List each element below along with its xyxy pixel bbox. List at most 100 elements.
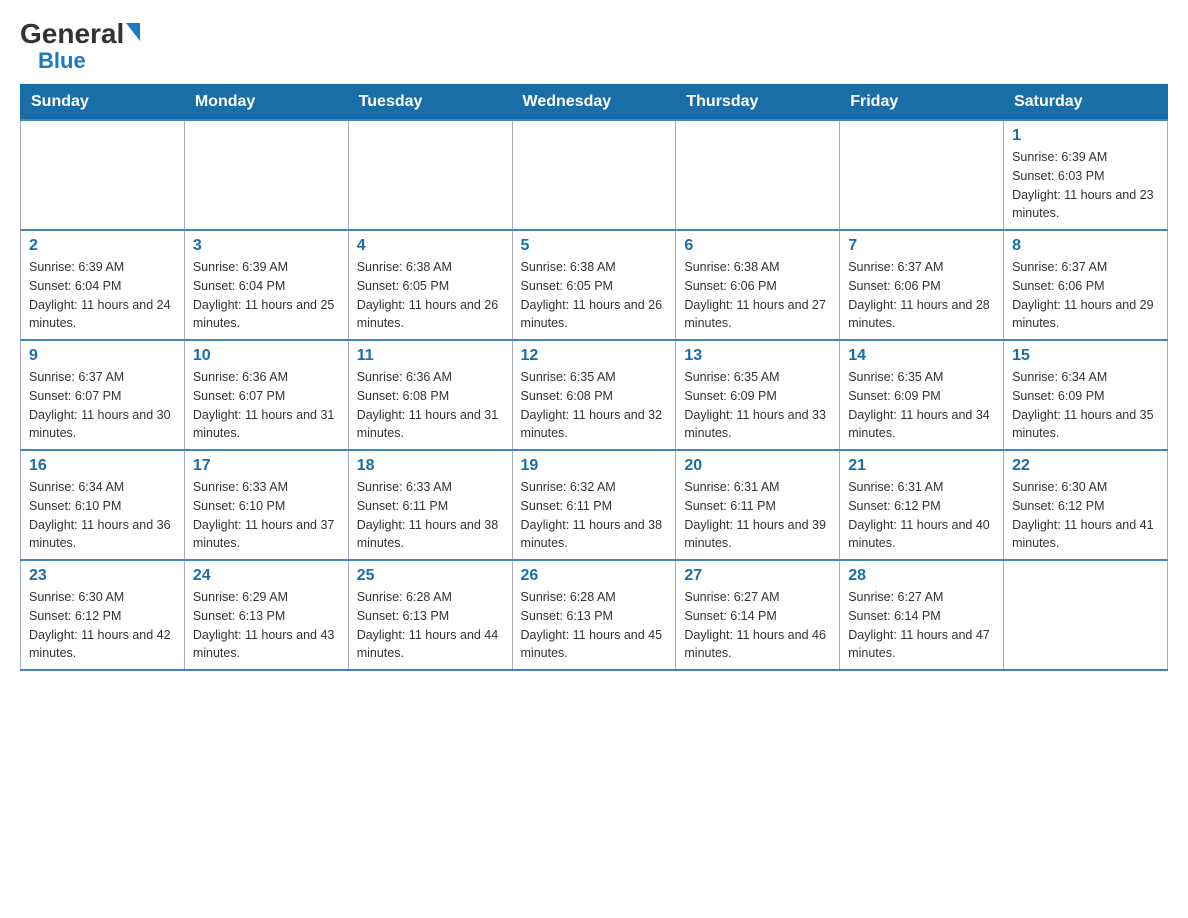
calendar-cell: 21Sunrise: 6:31 AMSunset: 6:12 PMDayligh… — [840, 450, 1004, 560]
calendar-cell: 28 Sunrise: 6:27 AMSunset: 6:14 PMDayligh… — [840, 560, 1004, 670]
weekday-header-friday: Friday — [840, 85, 1004, 121]
day-info: Sunrise: 6:31 AMSunset: 6:12 PMDaylight:… — [848, 478, 995, 553]
calendar-cell: 9 Sunrise: 6:37 AMSunset: 6:07 PMDaylight… — [21, 340, 185, 450]
calendar-cell: 13 Sunrise: 6:35 AMSunset: 6:09 PMDayligh… — [676, 340, 840, 450]
day-number: 6 — [684, 237, 831, 255]
day-info: Sunrise: 6:33 AMSunset: 6:10 PMDaylight:… — [193, 478, 340, 553]
day-number: 17 — [193, 457, 340, 475]
day-info: Sunrise: 6:30 AMSunset: 6:12 PMDaylight:… — [1012, 478, 1159, 553]
day-info: Sunrise: 6:27 AMSunset: 6:14 PMDaylight:… — [684, 588, 831, 663]
calendar-cell: 26 Sunrise: 6:28 AMSunset: 6:13 PMDayligh… — [512, 560, 676, 670]
day-info: Sunrise: 6:30 AMSunset: 6:12 PMDaylight:… — [29, 588, 176, 663]
day-info: Sunrise: 6:34 AMSunset: 6:10 PMDaylight:… — [29, 478, 176, 553]
calendar-cell: 8 Sunrise: 6:37 AMSunset: 6:06 PMDaylight… — [1004, 230, 1168, 340]
calendar-cell: 11Sunrise: 6:36 AMSunset: 6:08 PMDayligh… — [348, 340, 512, 450]
day-info: Sunrise: 6:39 AMSunset: 6:03 PMDaylight:… — [1012, 148, 1159, 223]
calendar-cell — [676, 120, 840, 230]
day-number: 3 — [193, 237, 340, 255]
day-number: 23 — [29, 567, 176, 585]
calendar-cell: 19Sunrise: 6:32 AMSunset: 6:11 PMDayligh… — [512, 450, 676, 560]
calendar-cell: 18 Sunrise: 6:33 AMSunset: 6:11 PMDayligh… — [348, 450, 512, 560]
calendar-cell: 6 Sunrise: 6:38 AMSunset: 6:06 PMDaylight… — [676, 230, 840, 340]
day-info: Sunrise: 6:37 AMSunset: 6:07 PMDaylight:… — [29, 368, 176, 443]
calendar-cell: 5Sunrise: 6:38 AMSunset: 6:05 PMDaylight… — [512, 230, 676, 340]
calendar-cell: 2 Sunrise: 6:39 AMSunset: 6:04 PMDaylight… — [21, 230, 185, 340]
calendar-cell: 20 Sunrise: 6:31 AMSunset: 6:11 PMDayligh… — [676, 450, 840, 560]
weekday-header-row: SundayMondayTuesdayWednesdayThursdayFrid… — [21, 85, 1168, 121]
day-info: Sunrise: 6:33 AMSunset: 6:11 PMDaylight:… — [357, 478, 504, 553]
weekday-header-sunday: Sunday — [21, 85, 185, 121]
day-number: 8 — [1012, 237, 1159, 255]
day-info: Sunrise: 6:35 AMSunset: 6:09 PMDaylight:… — [684, 368, 831, 443]
logo-blue-text: Blue — [38, 48, 86, 74]
calendar-cell: 17 Sunrise: 6:33 AMSunset: 6:10 PMDayligh… — [184, 450, 348, 560]
calendar-cell: 22 Sunrise: 6:30 AMSunset: 6:12 PMDayligh… — [1004, 450, 1168, 560]
day-info: Sunrise: 6:38 AMSunset: 6:06 PMDaylight:… — [684, 258, 831, 333]
calendar-cell — [348, 120, 512, 230]
day-number: 18 — [357, 457, 504, 475]
calendar-cell: 16Sunrise: 6:34 AMSunset: 6:10 PMDayligh… — [21, 450, 185, 560]
calendar-table: SundayMondayTuesdayWednesdayThursdayFrid… — [20, 84, 1168, 671]
calendar-week-1: 1 Sunrise: 6:39 AMSunset: 6:03 PMDaylight… — [21, 120, 1168, 230]
day-number: 12 — [521, 347, 668, 365]
calendar-cell: 10Sunrise: 6:36 AMSunset: 6:07 PMDayligh… — [184, 340, 348, 450]
calendar-week-4: 16Sunrise: 6:34 AMSunset: 6:10 PMDayligh… — [21, 450, 1168, 560]
calendar-cell: 3 Sunrise: 6:39 AMSunset: 6:04 PMDaylight… — [184, 230, 348, 340]
day-number: 13 — [684, 347, 831, 365]
calendar-cell — [512, 120, 676, 230]
calendar-cell: 12Sunrise: 6:35 AMSunset: 6:08 PMDayligh… — [512, 340, 676, 450]
day-info: Sunrise: 6:38 AMSunset: 6:05 PMDaylight:… — [357, 258, 504, 333]
day-number: 7 — [848, 237, 995, 255]
calendar-week-2: 2 Sunrise: 6:39 AMSunset: 6:04 PMDaylight… — [21, 230, 1168, 340]
day-number: 15 — [1012, 347, 1159, 365]
day-number: 9 — [29, 347, 176, 365]
day-number: 22 — [1012, 457, 1159, 475]
calendar-cell — [1004, 560, 1168, 670]
day-number: 1 — [1012, 127, 1159, 145]
day-info: Sunrise: 6:39 AMSunset: 6:04 PMDaylight:… — [193, 258, 340, 333]
calendar-cell: 15 Sunrise: 6:34 AMSunset: 6:09 PMDayligh… — [1004, 340, 1168, 450]
calendar-cell: 25 Sunrise: 6:28 AMSunset: 6:13 PMDayligh… — [348, 560, 512, 670]
logo-arrow-icon — [126, 23, 140, 41]
day-info: Sunrise: 6:37 AMSunset: 6:06 PMDaylight:… — [848, 258, 995, 333]
calendar-cell: 4 Sunrise: 6:38 AMSunset: 6:05 PMDaylight… — [348, 230, 512, 340]
day-number: 24 — [193, 567, 340, 585]
day-number: 20 — [684, 457, 831, 475]
day-number: 4 — [357, 237, 504, 255]
day-info: Sunrise: 6:37 AMSunset: 6:06 PMDaylight:… — [1012, 258, 1159, 333]
day-info: Sunrise: 6:29 AMSunset: 6:13 PMDaylight:… — [193, 588, 340, 663]
day-info: Sunrise: 6:38 AMSunset: 6:05 PMDaylight:… — [521, 258, 668, 333]
day-info: Sunrise: 6:36 AMSunset: 6:08 PMDaylight:… — [357, 368, 504, 443]
calendar-cell — [840, 120, 1004, 230]
day-info: Sunrise: 6:35 AMSunset: 6:09 PMDaylight:… — [848, 368, 995, 443]
calendar-week-3: 9 Sunrise: 6:37 AMSunset: 6:07 PMDaylight… — [21, 340, 1168, 450]
weekday-header-monday: Monday — [184, 85, 348, 121]
day-info: Sunrise: 6:32 AMSunset: 6:11 PMDaylight:… — [521, 478, 668, 553]
calendar-cell: 14 Sunrise: 6:35 AMSunset: 6:09 PMDayligh… — [840, 340, 1004, 450]
day-info: Sunrise: 6:27 AMSunset: 6:14 PMDaylight:… — [848, 588, 995, 663]
day-number: 26 — [521, 567, 668, 585]
day-info: Sunrise: 6:28 AMSunset: 6:13 PMDaylight:… — [521, 588, 668, 663]
day-number: 27 — [684, 567, 831, 585]
day-number: 14 — [848, 347, 995, 365]
calendar-week-5: 23 Sunrise: 6:30 AMSunset: 6:12 PMDayligh… — [21, 560, 1168, 670]
calendar-cell — [21, 120, 185, 230]
day-info: Sunrise: 6:34 AMSunset: 6:09 PMDaylight:… — [1012, 368, 1159, 443]
weekday-header-wednesday: Wednesday — [512, 85, 676, 121]
calendar-cell: 27 Sunrise: 6:27 AMSunset: 6:14 PMDayligh… — [676, 560, 840, 670]
weekday-header-tuesday: Tuesday — [348, 85, 512, 121]
calendar-cell: 24 Sunrise: 6:29 AMSunset: 6:13 PMDayligh… — [184, 560, 348, 670]
calendar-cell — [184, 120, 348, 230]
calendar-cell: 7 Sunrise: 6:37 AMSunset: 6:06 PMDaylight… — [840, 230, 1004, 340]
logo: General Blue — [20, 20, 140, 74]
day-info: Sunrise: 6:39 AMSunset: 6:04 PMDaylight:… — [29, 258, 176, 333]
calendar-cell: 1 Sunrise: 6:39 AMSunset: 6:03 PMDaylight… — [1004, 120, 1168, 230]
day-number: 2 — [29, 237, 176, 255]
weekday-header-thursday: Thursday — [676, 85, 840, 121]
day-number: 28 — [848, 567, 995, 585]
calendar-cell: 23 Sunrise: 6:30 AMSunset: 6:12 PMDayligh… — [21, 560, 185, 670]
day-info: Sunrise: 6:31 AMSunset: 6:11 PMDaylight:… — [684, 478, 831, 553]
logo-general-text: General — [20, 20, 124, 48]
day-info: Sunrise: 6:28 AMSunset: 6:13 PMDaylight:… — [357, 588, 504, 663]
day-number: 25 — [357, 567, 504, 585]
